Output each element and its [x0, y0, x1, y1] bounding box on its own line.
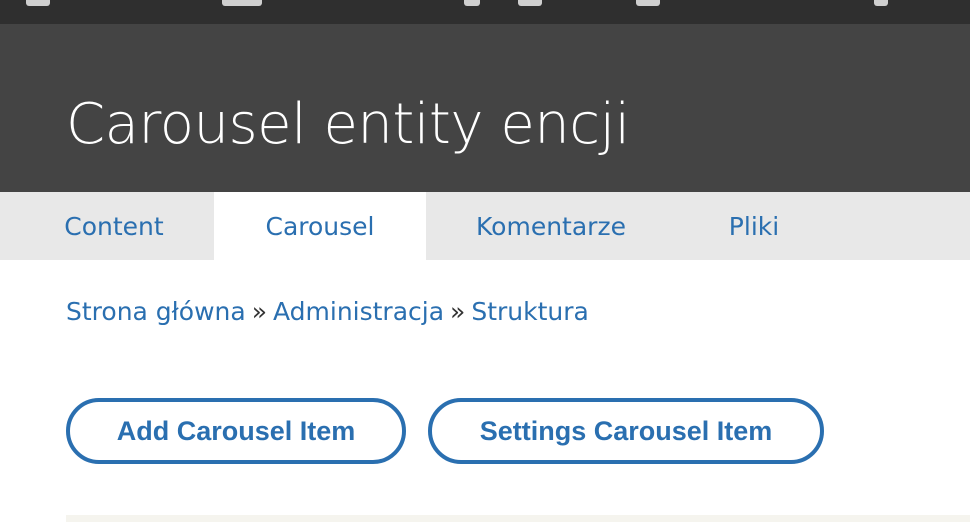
tab-label: Komentarze: [476, 211, 626, 241]
toolbar-item-icon[interactable]: [874, 0, 888, 6]
breadcrumb-separator: »: [450, 297, 466, 326]
tab-komentarze[interactable]: Komentarze: [426, 192, 676, 260]
tab-label: Pliki: [728, 211, 780, 241]
breadcrumb: Strona główna» Administracja» Struktura: [66, 296, 589, 328]
admin-toolbar: [0, 0, 970, 24]
menu-icon[interactable]: [26, 0, 50, 6]
page-header: Carousel entity encji: [0, 24, 970, 192]
add-carousel-item-button[interactable]: Add Carousel Item: [66, 398, 406, 464]
tab-label: Carousel: [265, 211, 375, 241]
tab-content[interactable]: Content: [0, 192, 214, 260]
tab-carousel[interactable]: Carousel: [214, 192, 426, 260]
breadcrumb-link-home[interactable]: Strona główna: [66, 297, 246, 326]
page-title: Carousel entity encji: [66, 92, 630, 157]
toolbar-item-icon[interactable]: [636, 0, 660, 6]
toolbar-item-icon[interactable]: [222, 0, 262, 6]
primary-tabs: Content Carousel Komentarze Pliki: [0, 192, 970, 260]
breadcrumb-link-admin[interactable]: Administracja: [273, 297, 444, 326]
tab-pliki[interactable]: Pliki: [676, 192, 832, 260]
toolbar-item-icon[interactable]: [518, 0, 542, 6]
breadcrumb-link-structure[interactable]: Struktura: [471, 297, 589, 326]
tab-label: Content: [64, 211, 164, 241]
breadcrumb-separator: »: [251, 297, 267, 326]
settings-carousel-item-button[interactable]: Settings Carousel Item: [428, 398, 824, 464]
toolbar-item-icon[interactable]: [464, 0, 480, 6]
content-region: [66, 515, 970, 522]
